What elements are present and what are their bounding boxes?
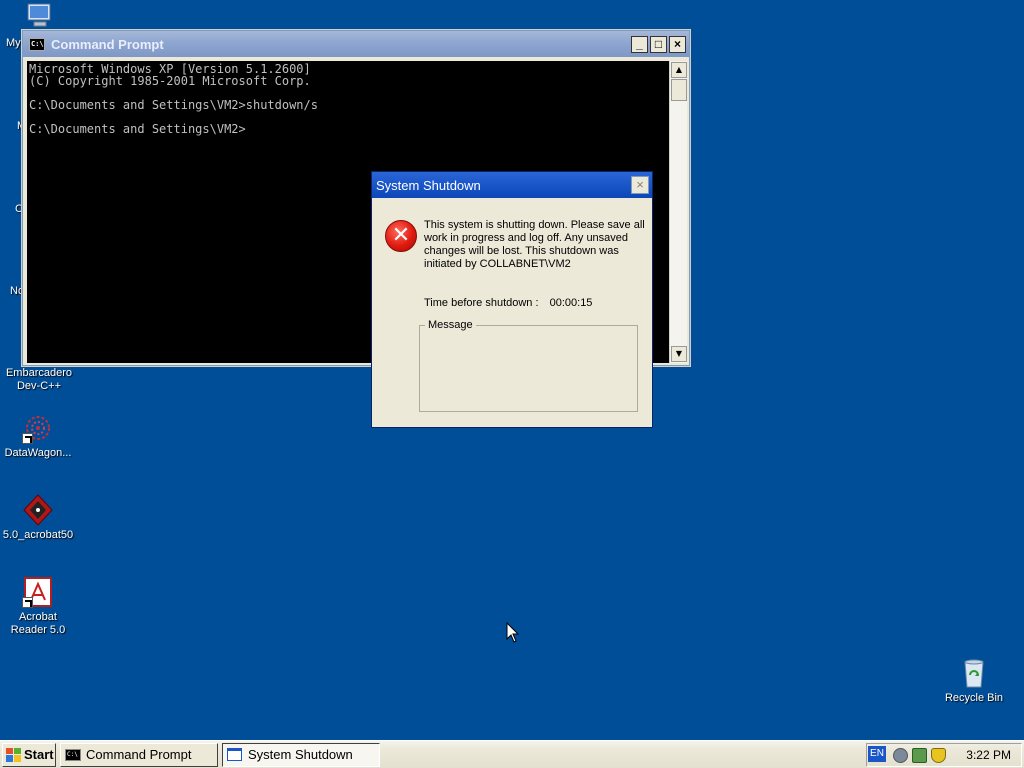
desktop-icon-label: DataWagon... xyxy=(4,447,72,459)
countdown-value: 00:00:15 xyxy=(549,297,593,309)
desktop-icon-label: Recycle Bin xyxy=(944,692,1004,704)
console-line: (C) Copyright 1985-2001 Microsoft Corp. xyxy=(29,74,311,88)
network-icon[interactable] xyxy=(893,747,908,763)
message-groupbox-label: Message xyxy=(425,319,476,331)
windows-flag-icon xyxy=(6,747,21,762)
desktop-icon-recycle-bin[interactable]: Recycle Bin xyxy=(936,657,1012,705)
desktop-icon-label: Embarcadero Dev-C++ xyxy=(5,367,73,392)
cmd-icon: C:\ xyxy=(29,37,45,51)
desktop-icon-acrobat-reader[interactable]: Acrobat Reader 5.0 xyxy=(0,576,76,637)
close-button[interactable]: × xyxy=(669,35,686,53)
system-tray: 3:22 PM xyxy=(866,743,1022,767)
taskbar-button-system-shutdown[interactable]: System Shutdown xyxy=(222,742,380,767)
error-icon: ✕ xyxy=(385,220,417,252)
console-line: C:\Documents and Settings\VM2>shutdown/s xyxy=(29,98,318,112)
scroll-down-arrow-icon[interactable]: ▼ xyxy=(671,346,687,362)
dialog-titlebar[interactable]: System Shutdown × xyxy=(372,172,652,198)
desktop-icon-devcpp[interactable]: Embarcadero Dev-C++ xyxy=(1,367,77,393)
desktop-icon-datawagon[interactable]: DataWagon... xyxy=(0,412,76,460)
message-groupbox: Message xyxy=(419,319,638,412)
start-label: Start xyxy=(24,747,54,762)
countdown-label: Time before shutdown : xyxy=(424,297,539,309)
vertical-scrollbar[interactable]: ▲ ▼ xyxy=(669,61,687,363)
start-button[interactable]: Start xyxy=(2,742,56,767)
window-title: Command Prompt xyxy=(51,36,164,52)
command-prompt-titlebar[interactable]: C:\ Command Prompt _ □ × xyxy=(23,31,689,57)
datawagon-icon xyxy=(22,412,54,444)
dialog-close-button[interactable]: × xyxy=(631,176,649,194)
cmd-icon: C:\ xyxy=(65,748,81,761)
mouse-cursor-icon xyxy=(506,621,520,644)
security-shield-icon[interactable] xyxy=(931,747,946,763)
shutdown-message: This system is shutting down. Please sav… xyxy=(424,219,645,270)
taskbar-button-label: System Shutdown xyxy=(248,747,353,762)
desktop-icon-label: 5.0_acrobat50 xyxy=(2,529,74,541)
shortcut-arrow-icon xyxy=(22,433,33,444)
language-indicator[interactable]: EN xyxy=(868,746,886,762)
maximize-button[interactable]: □ xyxy=(650,35,667,53)
taskbar-button-label: Command Prompt xyxy=(86,747,192,762)
desktop-icon-acrobat50[interactable]: 5.0_acrobat50 xyxy=(0,494,76,542)
console-line: C:\Documents and Settings\VM2> xyxy=(29,122,246,136)
countdown-row: Time before shutdown : 00:00:15 xyxy=(424,297,592,309)
acrobat-reader-icon xyxy=(22,576,54,608)
acrobat-installer-icon xyxy=(22,494,54,526)
system-shutdown-dialog[interactable]: System Shutdown × ✕ This system is shutt… xyxy=(371,171,653,428)
desktop-icon-label: Acrobat Reader 5.0 xyxy=(10,611,66,636)
shortcut-arrow-icon xyxy=(22,597,33,608)
clock[interactable]: 3:22 PM xyxy=(966,748,1011,762)
tray-app-icon[interactable] xyxy=(912,747,927,763)
taskbar-button-command-prompt[interactable]: C:\ Command Prompt xyxy=(60,742,218,767)
recycle-bin-icon xyxy=(958,657,990,689)
minimize-button[interactable]: _ xyxy=(631,35,648,53)
scroll-thumb[interactable] xyxy=(671,79,687,101)
scroll-up-arrow-icon[interactable]: ▲ xyxy=(671,62,687,78)
window-icon xyxy=(227,748,242,761)
dialog-title: System Shutdown xyxy=(376,177,481,193)
